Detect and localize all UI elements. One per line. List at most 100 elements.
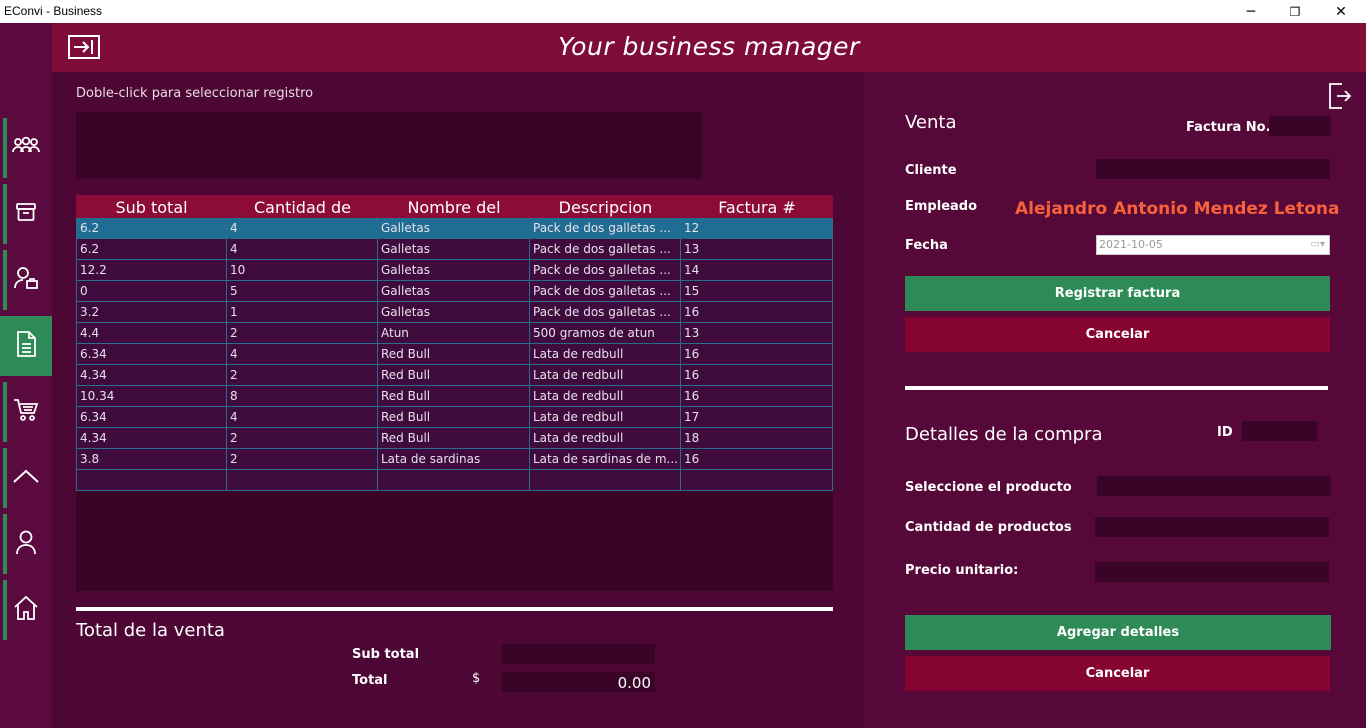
table-row[interactable]: 6.2 4 Galletas Pack de dos galletas ... 12: [76, 218, 833, 239]
table-row[interactable]: 3.2 1 Galletas Pack de dos galletas ... 16: [76, 302, 833, 323]
factura-field[interactable]: [1269, 116, 1331, 136]
sidebar-item-cart[interactable]: [0, 382, 52, 442]
producto-field[interactable]: [1097, 476, 1331, 496]
column-header[interactable]: Sub total: [76, 195, 227, 218]
table-cell[interactable]: 1: [227, 302, 378, 322]
table-cell[interactable]: 16: [681, 344, 833, 364]
table-cell[interactable]: 4: [227, 239, 378, 259]
table-cell[interactable]: Galletas: [378, 260, 530, 280]
date-picker[interactable]: 2021-10-05 ▭▾: [1096, 235, 1330, 255]
table-cell[interactable]: [378, 470, 530, 490]
table-row[interactable]: 6.34 4 Red Bull Lata de redbull 16: [76, 344, 833, 365]
table-row[interactable]: 0 5 Galletas Pack de dos galletas ... 15: [76, 281, 833, 302]
table-cell[interactable]: [681, 470, 833, 490]
precio-field[interactable]: [1095, 562, 1329, 582]
table-cell[interactable]: Lata de redbull: [530, 407, 681, 427]
table-cell[interactable]: Pack de dos galletas ...: [530, 281, 681, 301]
table-cell[interactable]: 6.34: [76, 407, 227, 427]
table-cell[interactable]: Galletas: [378, 281, 530, 301]
sidebar-item-inventory[interactable]: [0, 184, 52, 244]
table-cell[interactable]: 4.34: [76, 365, 227, 385]
table-row[interactable]: 12.2 10 Galletas Pack de dos galletas ... 14: [76, 260, 833, 281]
column-header[interactable]: Factura #: [681, 195, 833, 218]
table-cell[interactable]: 13: [681, 239, 833, 259]
table-cell[interactable]: 16: [681, 449, 833, 469]
table-cell[interactable]: 2: [227, 428, 378, 448]
cliente-field[interactable]: [1096, 159, 1330, 179]
table-cell[interactable]: Lata de redbull: [530, 365, 681, 385]
table-cell[interactable]: 0: [76, 281, 227, 301]
table-cell[interactable]: 18: [681, 428, 833, 448]
table-cell[interactable]: Atun: [378, 323, 530, 343]
table-cell[interactable]: 10.34: [76, 386, 227, 406]
table-cell[interactable]: 10: [227, 260, 378, 280]
table-cell[interactable]: 3.2: [76, 302, 227, 322]
table-cell[interactable]: Galletas: [378, 239, 530, 259]
table-cell[interactable]: Red Bull: [378, 365, 530, 385]
table-cell[interactable]: 13: [681, 323, 833, 343]
column-header[interactable]: Nombre del: [378, 195, 530, 218]
sidebar-item-invoices[interactable]: [0, 316, 52, 376]
table-cell[interactable]: 500 gramos de atun: [530, 323, 681, 343]
table-cell[interactable]: Lata de redbull: [530, 428, 681, 448]
registrar-factura-button[interactable]: Registrar factura: [905, 276, 1330, 311]
table-cell[interactable]: 12.2: [76, 260, 227, 280]
table-cell[interactable]: 6.2: [76, 218, 227, 238]
table-row[interactable]: 10.34 8 Red Bull Lata de redbull 16: [76, 386, 833, 407]
cancelar-factura-button[interactable]: Cancelar: [905, 317, 1330, 352]
table-row[interactable]: 3.8 2 Lata de sardinas Lata de sardinas de …: [76, 449, 833, 470]
table-cell[interactable]: 16: [681, 365, 833, 385]
table-cell[interactable]: 16: [681, 386, 833, 406]
table-cell[interactable]: [227, 470, 378, 490]
table-cell[interactable]: 6.2: [76, 239, 227, 259]
table-cell[interactable]: Red Bull: [378, 344, 530, 364]
table-cell[interactable]: 17: [681, 407, 833, 427]
table-cell[interactable]: [530, 470, 681, 490]
table-row[interactable]: 6.2 4 Galletas Pack de dos galletas ... 13: [76, 239, 833, 260]
table-cell[interactable]: 16: [681, 302, 833, 322]
sidebar-item-collapse[interactable]: [0, 448, 52, 508]
table-cell[interactable]: Pack de dos galletas ...: [530, 302, 681, 322]
table-cell[interactable]: 2: [227, 323, 378, 343]
sidebar-item-profile[interactable]: [0, 514, 52, 574]
table-cell[interactable]: 2: [227, 365, 378, 385]
table-cell[interactable]: 15: [681, 281, 833, 301]
table-cell[interactable]: 4: [227, 407, 378, 427]
table-cell[interactable]: Lata de sardinas: [378, 449, 530, 469]
table-row[interactable]: 4.34 2 Red Bull Lata de redbull 16: [76, 365, 833, 386]
table-row[interactable]: 4.4 2 Atun 500 gramos de atun 13: [76, 323, 833, 344]
table-cell[interactable]: Pack de dos galletas ...: [530, 239, 681, 259]
table-cell[interactable]: 4.34: [76, 428, 227, 448]
table-cell[interactable]: 4: [227, 218, 378, 238]
table-row[interactable]: 6.34 4 Red Bull Lata de redbull 17: [76, 407, 833, 428]
records-table[interactable]: Sub total Cantidad de Nombre del Descripcio…: [76, 195, 833, 591]
subtotal-field[interactable]: [502, 644, 655, 664]
sidebar-item-home[interactable]: [0, 580, 52, 640]
table-cell[interactable]: Pack de dos galletas ...: [530, 218, 681, 238]
calendar-dropdown-icon[interactable]: ▭▾: [1311, 236, 1325, 254]
table-cell[interactable]: 5: [227, 281, 378, 301]
id-field[interactable]: [1242, 421, 1317, 441]
column-header[interactable]: Cantidad de: [227, 195, 378, 218]
table-cell[interactable]: 14: [681, 260, 833, 280]
table-cell[interactable]: Galletas: [378, 218, 530, 238]
table-row[interactable]: 4.34 2 Red Bull Lata de redbull 18: [76, 428, 833, 449]
table-cell[interactable]: Galletas: [378, 302, 530, 322]
table-cell[interactable]: Red Bull: [378, 407, 530, 427]
table-cell[interactable]: 6.34: [76, 344, 227, 364]
table-cell[interactable]: Pack de dos galletas ...: [530, 260, 681, 280]
close-button[interactable]: ✕: [1318, 0, 1364, 23]
cantidad-field[interactable]: [1095, 517, 1329, 537]
table-row[interactable]: [76, 470, 833, 491]
table-cell[interactable]: 4: [227, 344, 378, 364]
sidebar-item-clients[interactable]: [0, 250, 52, 310]
table-cell[interactable]: Red Bull: [378, 386, 530, 406]
table-cell[interactable]: 2: [227, 449, 378, 469]
total-field[interactable]: 0.00: [502, 672, 655, 692]
maximize-button[interactable]: ❐: [1272, 0, 1318, 23]
table-cell[interactable]: Red Bull: [378, 428, 530, 448]
table-cell[interactable]: 4.4: [76, 323, 227, 343]
table-cell[interactable]: Lata de redbull: [530, 386, 681, 406]
table-cell[interactable]: [76, 470, 227, 490]
table-cell[interactable]: Lata de sardinas de m...: [530, 449, 681, 469]
